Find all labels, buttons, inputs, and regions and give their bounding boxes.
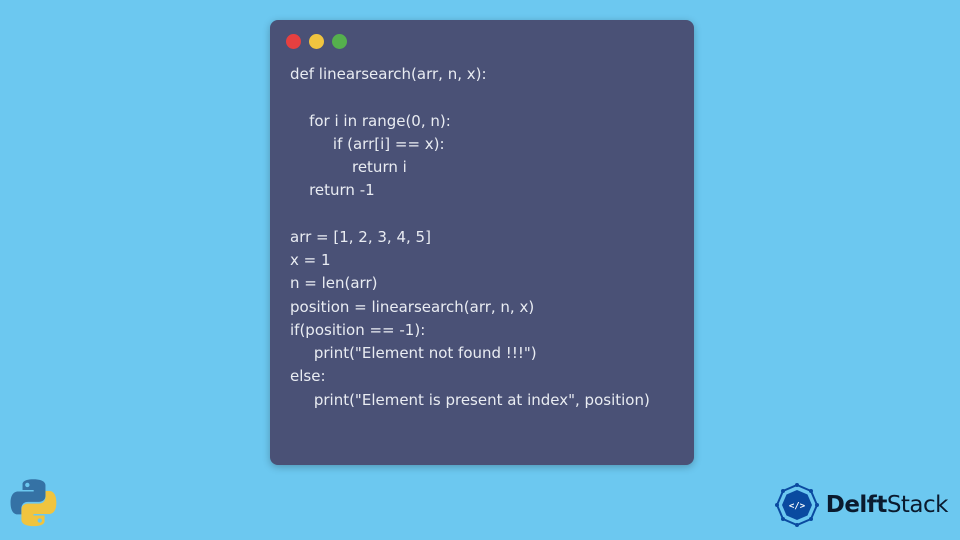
code-content: def linearsearch(arr, n, x): for i in ra… [270,57,694,426]
delftstack-icon: </> [772,480,822,530]
python-logo-icon [4,476,64,536]
code-window: def linearsearch(arr, n, x): for i in ra… [270,20,694,465]
close-icon [286,34,301,49]
minimize-icon [309,34,324,49]
maximize-icon [332,34,347,49]
window-traffic-lights [270,20,694,57]
delftstack-brand: </> DelftStack [772,480,948,530]
svg-text:</>: </> [789,502,806,512]
brand-name: DelftStack [826,492,948,518]
